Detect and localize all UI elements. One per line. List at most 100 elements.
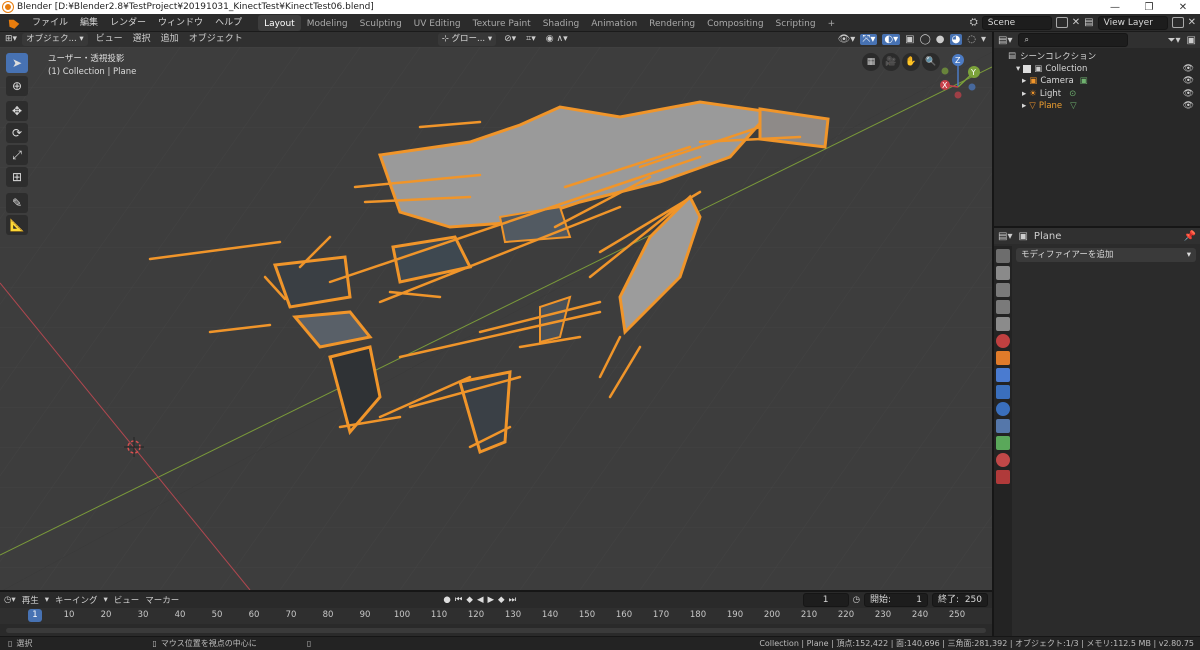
menu-timeline-view[interactable]: ビュー [114,594,140,606]
view-layer-tab-icon[interactable] [996,300,1010,314]
add-modifier-dropdown[interactable]: モディファイアーを追加 ▾ [1016,248,1196,262]
checkbox-icon[interactable] [1023,64,1032,73]
eye-icon[interactable]: 👁 [1183,89,1194,99]
proportional-edit-icon[interactable]: ◉ ∧▾ [541,32,573,47]
tab-compositing[interactable]: Compositing [701,15,769,31]
xray-icon[interactable]: ▣ [905,34,914,45]
menu-marker[interactable]: マーカー [145,594,179,606]
annotate-tool[interactable]: ✎ [6,193,28,213]
rotate-tool[interactable]: ⟳ [6,123,28,143]
clock-icon[interactable]: ◷ [853,595,860,605]
current-frame-field[interactable]: 1 [802,593,849,607]
scene-selector[interactable]: Scene [981,15,1052,30]
pin-icon[interactable]: 📌 [1184,231,1196,242]
snap-icon[interactable]: ⌗▾ [521,32,541,47]
tab-scripting[interactable]: Scripting [770,15,822,31]
menu-view[interactable]: ビュー [91,32,128,47]
object-tab-icon[interactable] [996,351,1010,365]
transform-orientation-dropdown[interactable]: ⊹ グロー... ▾ [437,33,497,46]
menu-render[interactable]: レンダー [104,14,152,32]
expand-arrow-icon[interactable]: ▸ [1022,101,1026,111]
eye-icon[interactable]: 👁 [1183,64,1194,74]
record-icon[interactable]: ● [443,595,450,605]
scene-collection-row[interactable]: ▤ シーンコレクション [994,50,1200,63]
eye-icon[interactable]: 👁 [1183,101,1194,111]
new-scene-icon[interactable] [1055,17,1068,28]
pivot-point-icon[interactable]: ⊘▾ [499,32,521,47]
scene-icon[interactable]: ⛭ [970,17,978,28]
camera-grid-button[interactable]: ▦ [862,53,880,71]
rendered-shading-icon[interactable]: ◌ [967,34,976,45]
tab-layout[interactable]: Layout [258,15,301,31]
tab-shading[interactable]: Shading [537,15,586,31]
shading-options-icon[interactable]: ▾ [981,34,986,45]
particles-tab-icon[interactable] [996,385,1010,399]
editor-type-icon[interactable]: ⊞▾ [0,32,22,47]
tab-rendering[interactable]: Rendering [643,15,701,31]
play-reverse-icon[interactable]: ◀ [477,595,484,605]
menu-window[interactable]: ウィンドウ [152,14,209,32]
expand-arrow-icon[interactable]: ▸ [1022,89,1026,99]
tab-animation[interactable]: Animation [585,15,643,31]
tool-tab-icon[interactable] [996,249,1010,263]
gizmo-toggle-icon[interactable]: ⤧▾ [860,34,878,45]
menu-select[interactable]: 選択 [128,32,156,47]
modifier-tab-icon[interactable] [996,368,1010,382]
outliner-row-light[interactable]: ▸ ☀ Light ⊙ 👁 [994,88,1200,101]
minimize-button[interactable]: — [1098,2,1132,13]
next-keyframe-icon[interactable]: ◆ [498,595,505,605]
zoom-view-button[interactable]: 🔍 [922,53,940,71]
expand-arrow-icon[interactable]: ▸ [1022,76,1026,86]
texture-tab-icon[interactable] [996,470,1010,484]
physics-tab-icon[interactable] [996,402,1010,416]
eye-icon[interactable]: 👁 [1183,76,1194,86]
close-button[interactable]: ✕ [1166,2,1200,13]
data-tab-icon[interactable] [996,436,1010,450]
outliner-row-camera[interactable]: ▸ ▣ Camera ▣ 👁 [994,75,1200,88]
measure-tool[interactable]: 📐 [6,215,28,235]
outliner-row-collection[interactable]: ▾ ▣ Collection 👁 [994,63,1200,76]
delete-scene-icon[interactable]: ✕ [1072,17,1080,28]
material-shading-icon[interactable]: ◕ [949,34,963,45]
transform-tool[interactable]: ⊞ [6,167,28,187]
overlay-toggle-icon[interactable]: ◐▾ [882,34,901,45]
delete-view-layer-icon[interactable]: ✕ [1188,17,1196,28]
tab-uv-editing[interactable]: UV Editing [408,15,467,31]
constraints-tab-icon[interactable] [996,419,1010,433]
new-collection-icon[interactable]: ▣ [1187,35,1196,46]
end-frame-field[interactable]: 終了: 250 [932,593,988,607]
new-view-layer-icon[interactable] [1171,17,1184,28]
world-tab-icon[interactable] [996,334,1010,348]
visibility-icon[interactable]: 👁▾ [838,34,856,45]
output-tab-icon[interactable] [996,283,1010,297]
outliner-search-input[interactable]: ⌕ [1018,33,1129,47]
tab-texture-paint[interactable]: Texture Paint [467,15,537,31]
jump-end-icon[interactable]: ⏭ [509,595,517,605]
wireframe-shading-icon[interactable]: ◯ [920,34,931,45]
menu-file[interactable]: ファイル [26,14,74,32]
scene-tab-icon[interactable] [996,317,1010,331]
prev-keyframe-icon[interactable]: ◆ [466,595,473,605]
menu-keying[interactable]: キーイング [55,594,98,606]
view-layer-selector[interactable]: View Layer [1097,15,1168,30]
start-frame-field[interactable]: 開始: 1 [864,593,928,607]
maximize-button[interactable]: ❐ [1132,2,1166,13]
menu-object[interactable]: オブジェクト [184,32,248,47]
menu-edit[interactable]: 編集 [74,14,104,32]
material-tab-icon[interactable] [996,453,1010,467]
scale-tool[interactable]: ⤢ [6,145,28,165]
select-box-tool[interactable]: ➤ [6,53,28,73]
current-frame-marker[interactable]: 1 [28,609,42,622]
render-tab-icon[interactable] [996,266,1010,280]
solid-shading-icon[interactable]: ● [936,34,945,45]
pan-view-button[interactable]: ✋ [902,53,920,71]
view-layer-icon[interactable]: ▤ [1084,17,1093,28]
menu-playback[interactable]: 再生 [22,594,39,606]
play-icon[interactable]: ▶ [487,595,494,605]
menu-add[interactable]: 追加 [156,32,184,47]
mode-dropdown[interactable]: オブジェク... ▾ [22,33,88,46]
properties-editor-type-icon[interactable]: ▤▾ [998,231,1012,242]
outliner-editor-type-icon[interactable]: ▤▾ [998,35,1012,46]
filter-icon[interactable]: ⏷▾ [1168,35,1181,46]
blender-menu-icon[interactable] [8,19,20,29]
